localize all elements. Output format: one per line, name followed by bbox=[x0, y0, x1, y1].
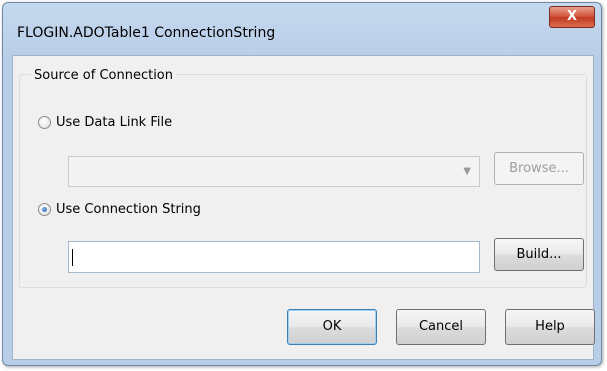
connection-string-input[interactable] bbox=[68, 241, 480, 273]
close-button[interactable]: X bbox=[549, 6, 595, 28]
help-button[interactable]: Help bbox=[505, 309, 595, 345]
build-button[interactable]: Build... bbox=[494, 238, 584, 271]
connection-string-radio[interactable] bbox=[38, 203, 51, 216]
use-connection-string-option[interactable]: Use Connection String bbox=[38, 202, 201, 217]
connection-string-dialog: FLOGIN.ADOTable1 ConnectionString X Use … bbox=[2, 2, 602, 366]
data-link-file-radio[interactable] bbox=[38, 116, 51, 129]
data-link-file-combo: ▼ bbox=[68, 156, 480, 187]
connection-string-label: Use Connection String bbox=[56, 202, 201, 217]
dialog-body: Use Data Link File ▼ Browse... Use Conne… bbox=[12, 55, 595, 360]
group-legend: Source of Connection bbox=[31, 68, 177, 83]
title-bar[interactable]: FLOGIN.ADOTable1 ConnectionString X bbox=[3, 3, 601, 57]
source-of-connection-group: Use Data Link File ▼ Browse... Use Conne… bbox=[19, 74, 587, 288]
window-title: FLOGIN.ADOTable1 ConnectionString bbox=[17, 25, 276, 41]
data-link-file-label: Use Data Link File bbox=[56, 115, 173, 130]
browse-button: Browse... bbox=[494, 152, 584, 185]
cancel-button[interactable]: Cancel bbox=[396, 309, 486, 345]
close-icon: X bbox=[566, 9, 578, 24]
text-caret bbox=[72, 249, 73, 266]
use-data-link-file-option[interactable]: Use Data Link File bbox=[38, 115, 172, 130]
chevron-down-icon: ▼ bbox=[463, 166, 471, 177]
ok-button[interactable]: OK bbox=[287, 309, 377, 345]
